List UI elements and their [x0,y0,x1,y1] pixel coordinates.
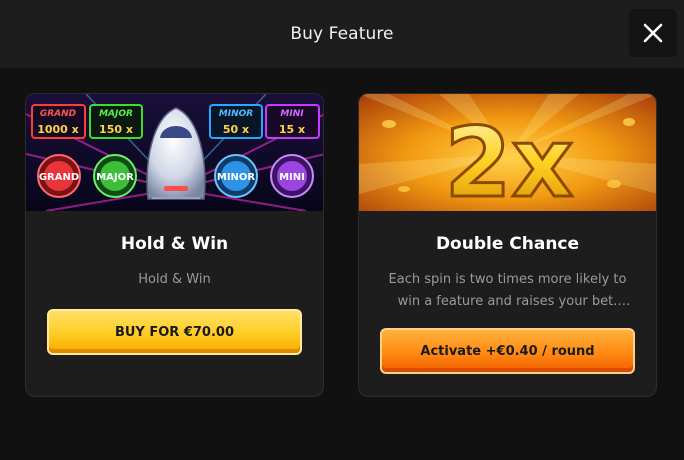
jackpot-grand-value: 1000 x [37,123,79,136]
jackpot-major-label: MAJOR [99,109,133,119]
card-description: Hold & Win [138,272,211,287]
jackpot-minor-value: 50 x [223,123,249,136]
coin-minor-label: MINOR [217,172,256,183]
card-description: Each spin is two times more likely to wi… [388,272,627,309]
close-button[interactable] [629,9,677,57]
jackpot-mini-label: MINI [280,109,304,119]
jackpot-minor-plate: MINOR 50 x [209,104,263,139]
double-chance-2x-text: 2x [445,107,574,211]
double-chance-banner-art: 2x [359,94,656,211]
coin-mini-label: MINI [279,172,305,183]
coin-major: MAJOR [93,154,137,198]
jackpot-grand-plate: GRAND 1000 x [31,104,86,139]
coin-mini: MINI [270,154,314,198]
coin-grand-label: GRAND [39,172,79,183]
dialog-title: Buy Feature [290,24,394,44]
jackpot-major-value: 150 x [99,123,133,136]
jackpot-major-plate: MAJOR 150 x [89,104,143,139]
hold-and-win-banner: GRAND 1000 x MAJOR 150 x MINOR 50 x MINI… [26,94,323,211]
jackpot-minor-label: MINOR [219,109,253,119]
coin-major-label: MAJOR [96,172,134,183]
card-title: Double Chance [435,234,580,254]
close-icon [643,23,663,43]
coin-grand: GRAND [37,154,81,198]
card-title: Hold & Win [120,234,229,254]
double-chance-banner: 2x [359,94,656,211]
hold-and-win-banner-art: GRAND 1000 x MAJOR 150 x MINOR 50 x MINI… [26,94,323,211]
buy-feature-button[interactable]: BUY FOR €70.00 [47,309,302,355]
feature-card-hold-and-win: GRAND 1000 x MAJOR 150 x MINOR 50 x MINI… [25,93,324,397]
activate-double-chance-button[interactable]: Activate +€0.40 / round [380,328,635,374]
jackpot-mini-plate: MINI 15 x [265,104,320,139]
feature-card-double-chance: 2x Double Chance Each spin is two times … [358,93,657,397]
coin-minor: MINOR [214,154,258,198]
jackpot-grand-label: GRAND [40,109,77,119]
jackpot-mini-value: 15 x [279,123,305,136]
dialog-header: Buy Feature [0,0,684,68]
